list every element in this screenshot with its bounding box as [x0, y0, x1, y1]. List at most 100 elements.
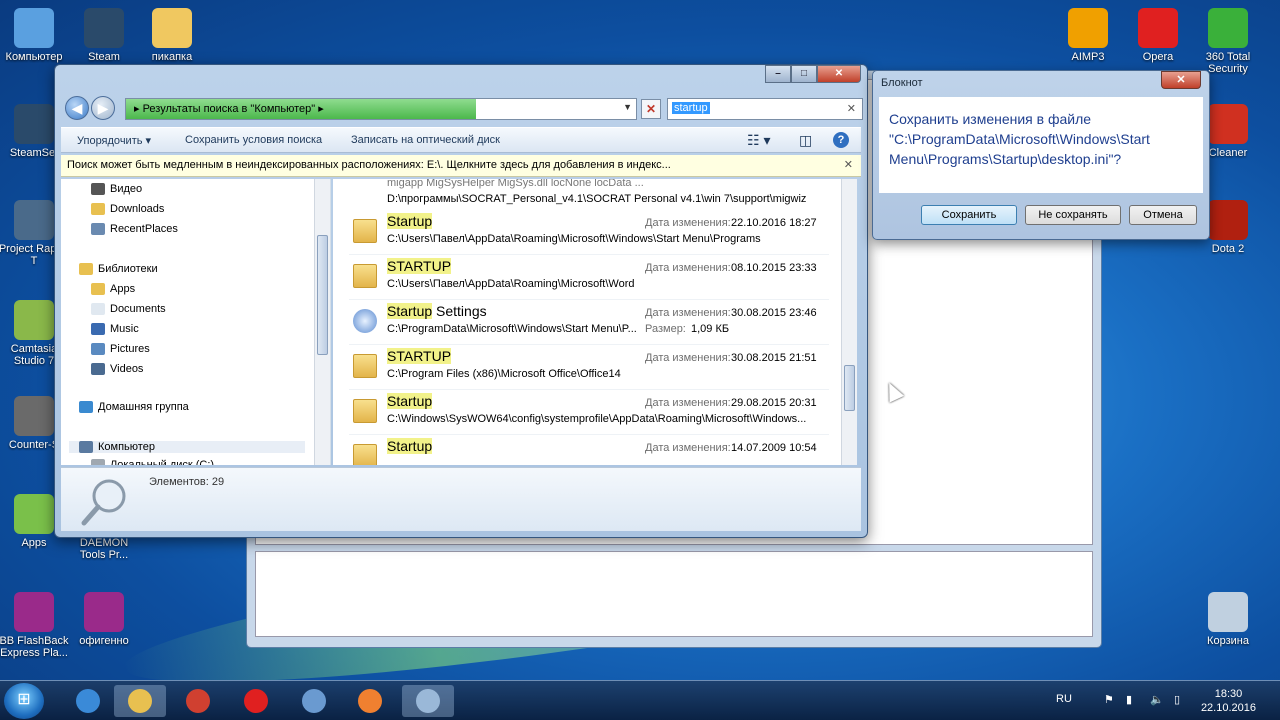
- action-center-icon[interactable]: ⚑: [1104, 693, 1114, 706]
- address-dropdown-icon[interactable]: ▼: [623, 102, 632, 112]
- nav-item[interactable]: Videos: [91, 363, 143, 375]
- desktop-icon-label: Apps: [21, 537, 47, 549]
- nav-item[interactable]: Домашняя группа: [79, 401, 189, 413]
- result-row[interactable]: Startup Дата изменения: 14.07.2009 10:54: [349, 436, 829, 465]
- partial-name: migapp MigSysHelper MigSys.dll locNone l…: [387, 179, 644, 189]
- desktop-icon[interactable]: AIMP3: [1050, 8, 1126, 63]
- network-icon[interactable]: ▮: [1126, 693, 1132, 706]
- preview-pane-icon[interactable]: ◫: [799, 132, 812, 149]
- clear-search-icon[interactable]: ✕: [847, 102, 856, 115]
- desktop-icon[interactable]: Steam: [66, 8, 142, 63]
- desktop-icon[interactable]: пикапка: [134, 8, 210, 63]
- result-date: 30.08.2015 23:46: [731, 307, 817, 319]
- nav-item-label: Pictures: [110, 343, 150, 355]
- video-icon: [84, 592, 124, 632]
- save-dialog: Блокнот ✕ Сохранить изменения в файле "C…: [872, 70, 1210, 240]
- dialog-close-button[interactable]: ✕: [1161, 71, 1201, 89]
- nav-scroll-thumb[interactable]: [317, 235, 328, 355]
- infobar-close-icon[interactable]: ✕: [844, 155, 853, 176]
- command-bar: Упорядочить ▾ Сохранить условия поиска З…: [61, 127, 861, 153]
- address-text: ▸ Результаты поиска в "Компьютер" ▸: [134, 103, 324, 115]
- computer-icon: [79, 441, 93, 453]
- result-row[interactable]: Startup C:\Windows\SysWOW64\config\system…: [349, 391, 829, 435]
- nav-item-label: RecentPlaces: [110, 223, 178, 235]
- result-date: 14.07.2009 10:54: [731, 442, 817, 454]
- desktop-icon-label: DAEMON Tools Pr...: [79, 537, 129, 561]
- libraries-icon: [79, 263, 93, 275]
- clock[interactable]: 18:30 22.10.2016: [1201, 687, 1256, 715]
- start-button[interactable]: ⊞: [4, 683, 44, 719]
- index-infobar[interactable]: Поиск может быть медленным в неиндексиро…: [61, 155, 861, 177]
- desktop-icon-label: Steam: [88, 51, 120, 63]
- save-button[interactable]: Сохранить: [921, 205, 1017, 225]
- taskbar-app-button[interactable]: [230, 685, 282, 717]
- desktop-icon[interactable]: офигенно: [66, 592, 142, 647]
- dialog-body: Сохранить изменения в файле "C:\ProgramD…: [879, 97, 1203, 193]
- result-date-label: Дата изменения:: [645, 217, 731, 229]
- folder-icon: [353, 264, 377, 288]
- taskbar-app-button[interactable]: [62, 685, 114, 717]
- result-date-label: Дата изменения:: [645, 397, 731, 409]
- taskbar-app-button[interactable]: [344, 685, 396, 717]
- search-input[interactable]: startup ✕: [667, 98, 863, 120]
- desktop-icon-label: Компьютер: [5, 51, 63, 63]
- help-icon[interactable]: ?: [833, 132, 849, 148]
- result-row[interactable]: Startup C:\Users\Павел\AppData\Roaming\Mi…: [349, 211, 829, 255]
- media-player-icon: [358, 689, 382, 713]
- burn-disc-button[interactable]: Записать на оптический диск: [351, 134, 500, 146]
- folder-icon: [353, 444, 377, 465]
- address-bar[interactable]: ▸ Результаты поиска в "Компьютер" ▸ ▼: [125, 98, 637, 120]
- battery-icon[interactable]: ▯: [1174, 693, 1180, 706]
- results-pane: migapp MigSysHelper MigSys.dll locNone l…: [333, 179, 857, 465]
- back-button[interactable]: ◀: [65, 96, 89, 120]
- result-row[interactable]: Startup Settings C:\ProgramData\Microsoft…: [349, 301, 829, 345]
- shortcut-settings-icon: [353, 309, 377, 333]
- stop-search-button[interactable]: ✕: [641, 99, 661, 119]
- result-row-partial[interactable]: migapp MigSysHelper MigSys.dll locNone l…: [349, 179, 829, 211]
- result-size: 1,09 КБ: [691, 323, 730, 335]
- results-scrollbar[interactable]: [841, 179, 857, 465]
- cancel-button[interactable]: Отмена: [1129, 205, 1197, 225]
- desktop-icon[interactable]: BB FlashBack Express Pla...: [0, 592, 72, 659]
- nav-item[interactable]: Библиотеки: [79, 263, 158, 275]
- result-date-label: Дата изменения:: [645, 262, 731, 274]
- close-button[interactable]: ✕: [817, 65, 861, 83]
- view-options-icon[interactable]: ☷ ▾: [747, 132, 770, 149]
- dialog-message: Сохранить изменения в файле "C:\ProgramD…: [889, 111, 1150, 167]
- dont-save-button[interactable]: Не сохранять: [1025, 205, 1121, 225]
- organize-button[interactable]: Упорядочить ▾: [77, 134, 151, 147]
- nav-item[interactable]: Documents: [91, 303, 166, 315]
- taskbar-app-button[interactable]: [172, 685, 224, 717]
- result-row[interactable]: STARTUP C:\Program Files (x86)\Microsoft …: [349, 346, 829, 390]
- nav-item[interactable]: Компьютер: [69, 441, 305, 453]
- nav-item[interactable]: RecentPlaces: [91, 223, 178, 235]
- result-name: Startup: [387, 213, 433, 229]
- nav-item[interactable]: Apps: [91, 283, 135, 295]
- result-date: 30.08.2015 21:51: [731, 352, 817, 364]
- language-indicator[interactable]: RU: [1056, 693, 1072, 705]
- forward-button[interactable]: ▶: [91, 96, 115, 120]
- nav-item[interactable]: Music: [91, 323, 139, 335]
- minimize-button[interactable]: –: [765, 65, 791, 83]
- taskbar-app-button[interactable]: [288, 685, 340, 717]
- desktop-icon[interactable]: Корзина: [1190, 592, 1266, 647]
- volume-icon[interactable]: 🔈: [1150, 693, 1164, 706]
- notepad-edit-lower[interactable]: [255, 551, 1093, 637]
- desktop-icon[interactable]: Компьютер: [0, 8, 72, 63]
- result-path: C:\Program Files (x86)\Microsoft Office\…: [387, 368, 621, 380]
- nav-item[interactable]: Видео: [91, 183, 142, 195]
- maximize-button[interactable]: □: [791, 65, 817, 83]
- taskbar-app-button[interactable]: [402, 685, 454, 717]
- nav-item[interactable]: Downloads: [91, 203, 164, 215]
- nav-item-label: Documents: [110, 303, 166, 315]
- nav-item[interactable]: Pictures: [91, 343, 150, 355]
- desktop-icon[interactable]: Opera: [1120, 8, 1196, 63]
- taskbar-app-button[interactable]: [114, 685, 166, 717]
- nav-scrollbar[interactable]: [314, 179, 330, 465]
- result-name: Startup: [387, 393, 433, 409]
- results-scroll-thumb[interactable]: [844, 365, 855, 411]
- nav-item[interactable]: Локальный диск (C:): [91, 459, 214, 465]
- save-search-button[interactable]: Сохранить условия поиска: [185, 134, 322, 146]
- desktop-icon[interactable]: 360 Total Security: [1190, 8, 1266, 75]
- result-row[interactable]: STARTUP C:\Users\Павел\AppData\Roaming\Mi…: [349, 256, 829, 300]
